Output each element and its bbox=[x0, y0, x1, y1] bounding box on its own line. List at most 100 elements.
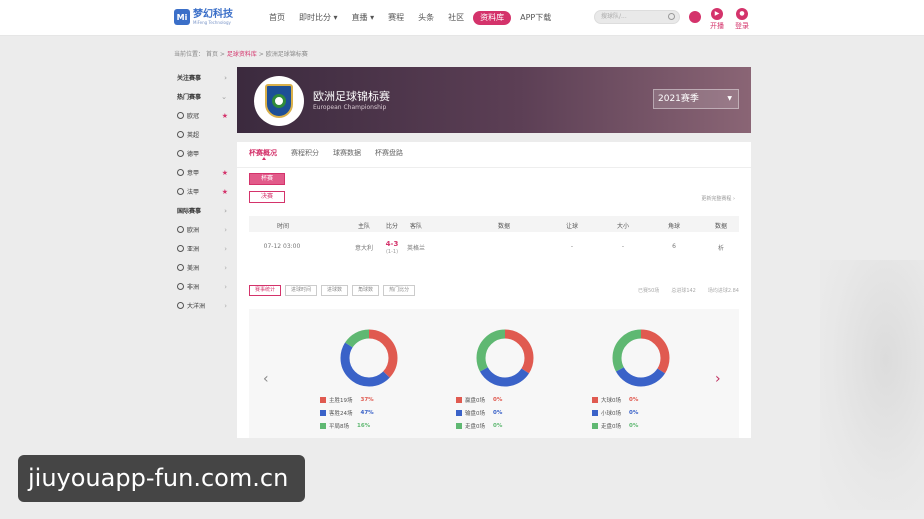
nav-community[interactable]: 社区 bbox=[441, 11, 471, 25]
legend-label: 走盘0场 bbox=[465, 424, 485, 430]
legend-label: 大球0场 bbox=[601, 398, 621, 404]
sidebar-item-ucl[interactable]: 欧冠 ★ bbox=[173, 106, 233, 125]
tab-handicap[interactable]: 杯赛盘路 bbox=[375, 148, 403, 162]
active-tab-indicator bbox=[262, 157, 266, 160]
sidebar-item-americas[interactable]: 美洲 › bbox=[173, 258, 233, 277]
over-under-donut-chart bbox=[612, 329, 670, 387]
filter-hot-scores[interactable]: 热门比分 bbox=[383, 285, 416, 296]
sidebar-item-serie-a[interactable]: 意甲 ★ bbox=[173, 163, 233, 182]
legend-percent: 16% bbox=[357, 423, 371, 429]
season-value: 2021赛季 bbox=[658, 94, 699, 104]
sidebar-item-label: 意甲 bbox=[187, 170, 200, 177]
breadcrumb-database[interactable]: 足球资料库 bbox=[227, 51, 257, 58]
stat-summary: 已赛50场 总进球142 场均进球2.84 bbox=[638, 287, 739, 294]
sidebar-hot-leagues[interactable]: 热门赛事 ⌄ bbox=[173, 87, 233, 106]
legend-swatch bbox=[592, 410, 598, 416]
globe-icon bbox=[177, 226, 184, 233]
sidebar-item-label: 德甲 bbox=[187, 151, 200, 158]
league-icon bbox=[177, 150, 184, 157]
search-input[interactable]: 搜球队/... bbox=[594, 10, 680, 24]
sidebar-international[interactable]: 国际赛事 › bbox=[173, 201, 233, 220]
over-under-value: - bbox=[621, 243, 625, 250]
logo-mark-icon: Mi bbox=[174, 9, 190, 25]
league-sidebar: 关注赛事 › 热门赛事 ⌄ 欧冠 ★ 英超 德甲 意甲 ★ 法甲 ★ 国际赛事 › 欧洲 › … bbox=[173, 68, 233, 315]
nav-live-stream[interactable]: 直播 ▾ bbox=[345, 11, 382, 25]
filter-goal-count[interactable]: 进球数 bbox=[321, 285, 349, 296]
chevron-left-icon[interactable]: ‹ bbox=[263, 371, 269, 387]
logo-subtext: MiFeng Technology bbox=[193, 19, 231, 25]
nav-app-download[interactable]: APP下载 bbox=[513, 11, 558, 25]
filter-corner-count[interactable]: 角球数 bbox=[352, 285, 380, 296]
breadcrumb-current: 欧洲足球锦标赛 bbox=[265, 51, 308, 58]
breadcrumb-prefix: 当前位置： bbox=[174, 51, 205, 58]
nav-schedule[interactable]: 赛程 bbox=[381, 11, 411, 25]
sidebar-followed-leagues[interactable]: 关注赛事 › bbox=[173, 68, 233, 87]
cup-button[interactable]: 杯赛 bbox=[249, 173, 285, 185]
search-icon[interactable] bbox=[668, 13, 675, 20]
sidebar-item-label: 非洲 bbox=[187, 284, 200, 291]
sidebar-item-asia[interactable]: 亚洲 › bbox=[173, 239, 233, 258]
legend-swatch bbox=[592, 397, 598, 403]
chevron-right-icon: › bbox=[224, 225, 227, 234]
league-icon bbox=[177, 169, 184, 176]
col-home: 主队 bbox=[357, 223, 370, 230]
col-away: 客队 bbox=[409, 223, 422, 230]
legend-item: 主胜19场 37% bbox=[320, 396, 420, 404]
league-icon bbox=[177, 112, 184, 119]
final-button[interactable]: 决赛 bbox=[249, 191, 285, 203]
tab-bar: 杯赛概况 赛程积分 球赛数据 杯赛盘路 bbox=[249, 148, 403, 162]
breadcrumb: 当前位置： 首页 > 足球资料库 > 欧洲足球锦标赛 bbox=[174, 49, 308, 58]
user-icon: ● bbox=[736, 8, 748, 20]
legend-item: 赢盘0场 0% bbox=[456, 396, 556, 404]
sidebar-item-label: 大洋洲 bbox=[187, 303, 206, 310]
globe-icon bbox=[177, 245, 184, 252]
tab-schedule-standings[interactable]: 赛程积分 bbox=[291, 148, 319, 162]
chevron-right-icon: › bbox=[224, 206, 227, 215]
nav-database[interactable]: 资料库 bbox=[473, 11, 512, 25]
login-button[interactable]: ● 登录 bbox=[735, 8, 749, 31]
legend-percent: 0% bbox=[493, 410, 503, 416]
col-over-under: 大小 bbox=[616, 223, 629, 230]
chevron-right-icon[interactable]: › bbox=[715, 371, 721, 387]
breadcrumb-separator: > bbox=[219, 51, 227, 58]
nav-home[interactable]: 首页 bbox=[262, 11, 292, 25]
legend-swatch bbox=[320, 410, 326, 416]
filter-match-stats[interactable]: 赛事统计 bbox=[249, 285, 282, 296]
chevron-right-icon: › bbox=[224, 282, 227, 291]
filter-goal-time[interactable]: 进球时间 bbox=[285, 285, 318, 296]
sidebar-item-europe[interactable]: 欧洲 › bbox=[173, 220, 233, 239]
sidebar-item-epl[interactable]: 英超 bbox=[173, 125, 233, 144]
breadcrumb-home[interactable]: 首页 bbox=[206, 51, 218, 58]
home-team[interactable]: 意大利 bbox=[349, 243, 379, 252]
star-icon[interactable]: ★ bbox=[222, 188, 228, 196]
analysis-link[interactable]: 析 bbox=[709, 243, 733, 252]
result-donut-block: 主胜19场 37% 客胜24场 47% 平局8场 16% bbox=[320, 327, 420, 430]
nav-live-scores[interactable]: 即时比分 ▾ bbox=[292, 11, 345, 25]
star-icon[interactable]: ★ bbox=[222, 112, 228, 120]
user-avatar-icon[interactable] bbox=[689, 11, 701, 24]
legend-percent: 0% bbox=[629, 410, 639, 416]
sidebar-item-africa[interactable]: 非洲 › bbox=[173, 277, 233, 296]
nav-headlines[interactable]: 头条 bbox=[411, 11, 441, 25]
handicap-value: - bbox=[570, 243, 574, 250]
tab-match-data[interactable]: 球赛数据 bbox=[333, 148, 361, 162]
avatar-circle-icon bbox=[689, 11, 701, 23]
handicap-donut-block: 赢盘0场 0% 输盘0场 0% 走盘0场 0% bbox=[456, 327, 556, 430]
away-team[interactable]: 英格兰 bbox=[401, 243, 431, 252]
league-icon bbox=[177, 188, 184, 195]
chevron-right-icon: › bbox=[224, 73, 227, 82]
season-select[interactable]: 2021赛季 ▼ bbox=[653, 89, 739, 109]
star-icon[interactable]: ★ bbox=[222, 169, 228, 177]
go-live-button[interactable]: ▶ 开播 bbox=[710, 8, 724, 31]
sidebar-item-oceania[interactable]: 大洋洲 › bbox=[173, 296, 233, 315]
table-row[interactable]: 07-12 03:00 意大利 4-3 (1-1) 英格兰 - - 6 析 bbox=[249, 237, 739, 255]
site-logo[interactable]: Mi 梦幻科技 MiFeng Technology bbox=[174, 9, 233, 25]
matches-played: 已赛50场 bbox=[637, 288, 660, 294]
full-schedule-link[interactable]: 更新完整赛程 › bbox=[701, 195, 735, 202]
sidebar-item-bundesliga[interactable]: 德甲 bbox=[173, 144, 233, 163]
legend-swatch bbox=[320, 397, 326, 403]
chevron-down-icon: ⌄ bbox=[221, 92, 227, 101]
sidebar-item-ligue-1[interactable]: 法甲 ★ bbox=[173, 182, 233, 201]
legend-item: 走盘0场 0% bbox=[456, 422, 556, 430]
background-player-image bbox=[820, 260, 924, 510]
